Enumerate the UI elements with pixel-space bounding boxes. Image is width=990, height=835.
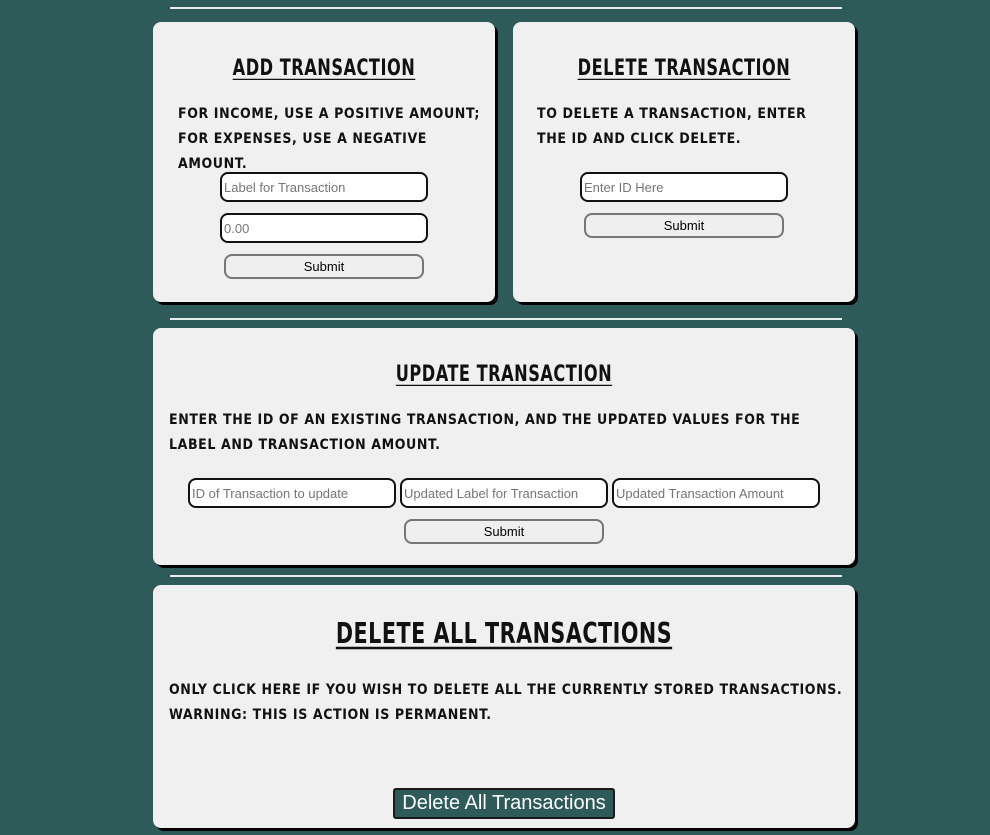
delete-all-transactions-title: Delete All Transactions [335,618,673,651]
lower-divider [170,575,842,577]
update-transaction-card: Update Transaction Enter the ID of an ex… [153,328,855,565]
add-transaction-card: Add Transaction For income, use a positi… [153,22,495,302]
add-transaction-description: For income, use a positive amount; for e… [178,106,481,172]
update-transaction-submit-button[interactable]: Submit [404,519,604,544]
delete-all-transactions-button[interactable]: Delete All Transactions [393,788,615,819]
transaction-amount-input[interactable] [220,213,428,243]
add-transaction-title: Add Transaction [232,55,416,82]
update-amount-input[interactable] [612,478,820,508]
update-id-input[interactable] [188,478,396,508]
delete-transaction-submit-button[interactable]: Submit [584,213,784,238]
update-transaction-description: Enter the ID of an existing transaction,… [169,412,801,453]
middle-divider [170,318,842,320]
delete-all-transactions-card: Delete All Transactions Only click here … [153,585,855,828]
delete-transaction-card: Delete Transaction To delete a transacti… [513,22,855,302]
delete-all-transactions-description: Only click here if you wish to delete al… [169,682,843,723]
update-transaction-title: Update Transaction [395,361,613,388]
transaction-label-input[interactable] [220,172,428,202]
update-label-input[interactable] [400,478,608,508]
top-divider [170,7,842,9]
delete-id-input[interactable] [580,172,788,202]
delete-transaction-description: To delete a transaction, enter the ID an… [537,106,807,147]
add-transaction-submit-button[interactable]: Submit [224,254,424,279]
delete-transaction-title: Delete Transaction [577,55,791,82]
